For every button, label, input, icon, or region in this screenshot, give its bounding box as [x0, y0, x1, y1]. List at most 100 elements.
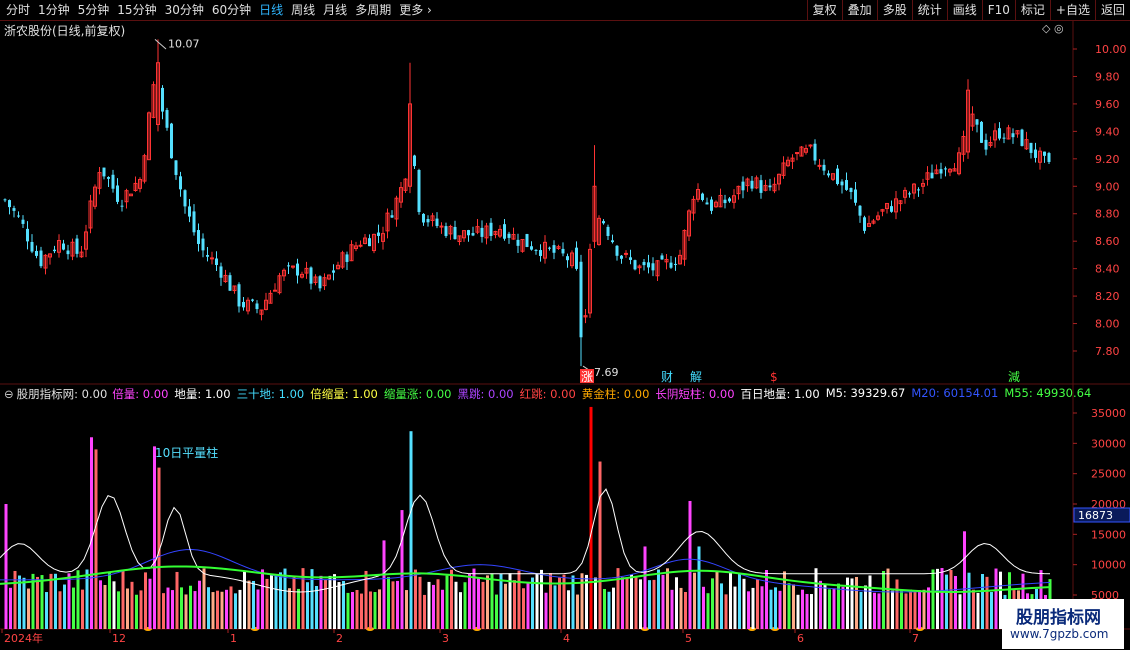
indicator-item: 倍缩量: 1.00 [310, 387, 378, 401]
indicator-item: M20: 60154.01 [911, 386, 999, 400]
candle-body-down [75, 238, 79, 254]
chart-marker: $ [770, 370, 778, 384]
volume-bar [936, 568, 939, 629]
volume-bar [657, 569, 660, 629]
volume-bar [666, 568, 669, 629]
volume-bar [139, 590, 143, 629]
volume-bar [828, 589, 831, 629]
volume-bar [477, 578, 480, 629]
candle-body-down [1020, 129, 1024, 146]
volume-bar [873, 592, 876, 629]
volume-bar [927, 587, 930, 629]
volume-bar [391, 581, 395, 629]
volume-bar [414, 569, 417, 629]
volume-bar [558, 577, 561, 629]
indicator-item: 百日地量: 1.00 [740, 387, 820, 401]
candle-body-down [813, 143, 817, 161]
chart-marker: 财 [661, 370, 673, 384]
indicator-name[interactable]: 股朋指标网 [17, 386, 75, 402]
candle-body-down [53, 249, 56, 252]
volume-bar [72, 587, 75, 629]
volume-bar [108, 572, 111, 629]
volume-bar [162, 593, 165, 629]
indicator-item: 黄金柱: 0.00 [581, 387, 650, 401]
volume-bar [58, 591, 62, 629]
candle-body-up [817, 164, 822, 167]
candle-body-down [944, 168, 947, 170]
volume-bar [913, 590, 917, 629]
volume-bar [607, 591, 611, 629]
indicator-legend: ⊖ 股朋指标网 : 0.00 倍量: 0.00 地量: 1.00 三十地: 1.00… [4, 386, 1097, 402]
candle-body-down [980, 121, 983, 143]
volume-bar [711, 578, 714, 629]
volume-bar [409, 431, 413, 629]
candle-body-down [710, 199, 713, 211]
candle-body-down [296, 263, 299, 276]
volume-bar [670, 589, 674, 629]
candle-body-down [750, 180, 754, 189]
price-tick-label: 9.60 [1095, 98, 1120, 111]
volume-bar [126, 588, 129, 629]
date-tick-label: 6 [797, 632, 804, 645]
volume-bar [990, 592, 993, 629]
candle-body-down [192, 211, 196, 233]
candle-body-down [179, 176, 182, 190]
indicator-item: 长阴短柱: 0.00 [655, 387, 735, 401]
candle-body-up [624, 252, 628, 255]
volume-bar [639, 579, 642, 629]
volume-bar [382, 540, 386, 629]
volume-bar [252, 580, 255, 629]
volume-bar [733, 586, 737, 629]
candle-body-down [723, 199, 727, 204]
candle-body-down [503, 224, 506, 239]
volume-bar [963, 531, 966, 629]
volume-bar [247, 580, 251, 629]
candle-body-down [615, 245, 619, 256]
volume-bar [292, 577, 296, 629]
candle-body-down [453, 226, 457, 240]
candle-body-down [939, 169, 943, 174]
indicator-value: : 0.00 [74, 387, 108, 401]
volume-bar [198, 580, 201, 629]
volume-bar [697, 546, 701, 629]
volume-bar [553, 585, 557, 629]
volume-bar [459, 592, 462, 629]
candle-body-down [39, 250, 43, 267]
volume-bar [540, 569, 543, 629]
volume-bar [549, 573, 552, 629]
volume-bar [940, 568, 944, 629]
candle-body-down [1002, 137, 1006, 139]
volume-bar [715, 571, 719, 629]
candle-body-down [507, 233, 511, 238]
candle-body-down [161, 87, 164, 112]
date-tick-label: 2024年 [4, 631, 43, 645]
volume-bar [823, 584, 827, 629]
price-tick-label: 7.80 [1095, 345, 1120, 358]
candle-body-down [845, 180, 848, 190]
volume-bar [346, 592, 350, 629]
volume-bar [175, 571, 179, 629]
volume-tick-label: 10000 [1091, 559, 1126, 572]
volume-bar [972, 589, 975, 629]
candle-body-down [890, 206, 893, 212]
volume-bar [121, 570, 125, 629]
candle-body-down [579, 261, 583, 338]
low-label: 7.69 [594, 366, 619, 379]
volume-bar [796, 594, 800, 629]
candle-body-down [201, 238, 205, 251]
volume-bar [216, 590, 219, 629]
volume-bar [99, 580, 102, 629]
indicator-toggle-icon[interactable]: ⊖ [4, 387, 14, 401]
volume-bar [148, 578, 152, 629]
volume-bar [207, 587, 210, 629]
volume-bar [630, 574, 633, 629]
volume-bar [265, 578, 269, 629]
price-tick-label: 9.80 [1095, 70, 1120, 83]
panel-controls[interactable]: ◇ ◎ [1042, 22, 1064, 35]
volume-bar [441, 589, 444, 629]
volume-bar [841, 586, 845, 629]
date-tick-label: 1 [230, 632, 237, 645]
candle-body-down [8, 200, 11, 208]
candle-body-down [642, 261, 646, 266]
stock-chart-canvas[interactable]: 10.00 9.80 9.60 9.40 9.20 9.00 8.80 8.60 8.40 8.2… [0, 0, 1130, 650]
